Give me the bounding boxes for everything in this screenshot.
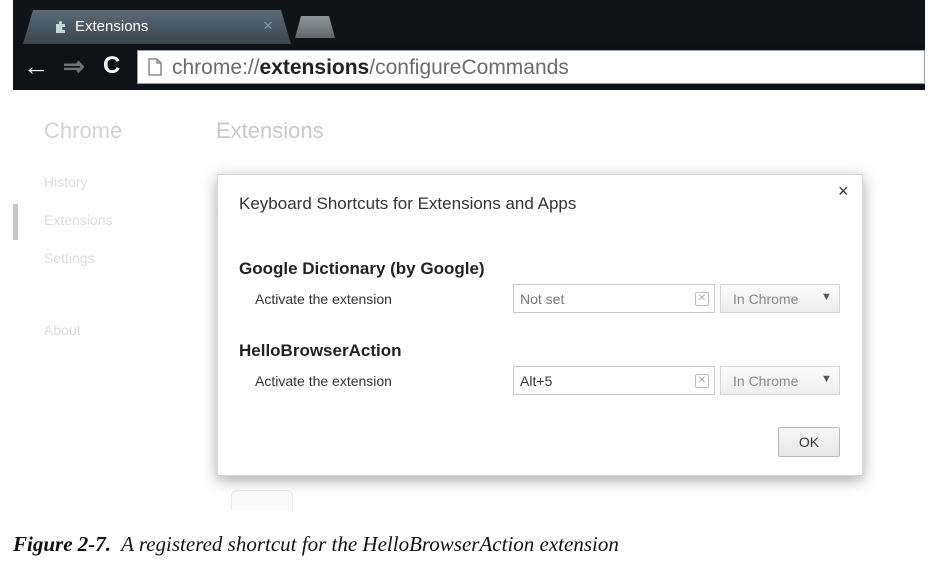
scope-select[interactable]: In Chrome ▼: [720, 366, 840, 395]
browser-window: Extensions × ← ⇒ C chrome://extensions/c…: [13, 0, 925, 90]
forward-arrow-icon[interactable]: ⇒: [63, 52, 85, 80]
new-tab-button[interactable]: [295, 16, 335, 38]
url-text: chrome://extensions/configureCommands: [172, 56, 569, 79]
background-button: [231, 490, 293, 510]
scope-select[interactable]: In Chrome ▼: [720, 284, 840, 313]
back-arrow-icon[interactable]: ←: [23, 52, 49, 80]
dropdown-arrow-icon: ▼: [821, 291, 832, 303]
keyboard-shortcuts-dialog: × Keyboard Shortcuts for Extensions and …: [217, 174, 863, 476]
clear-shortcut-icon[interactable]: ✕: [695, 374, 709, 388]
tab-extensions[interactable]: Extensions ×: [23, 10, 291, 44]
shortcut-input[interactable]: Alt+5 ✕: [513, 366, 715, 395]
sidebar-selection-marker: [13, 204, 18, 240]
scope-value: In Chrome: [733, 291, 799, 307]
close-icon[interactable]: ×: [838, 181, 849, 202]
shortcut-input[interactable]: Not set ✕: [513, 284, 715, 313]
puzzle-icon: [56, 21, 65, 33]
sidebar-item-history[interactable]: History: [44, 174, 88, 190]
reload-icon[interactable]: C: [103, 52, 120, 80]
extension-name: Google Dictionary (by Google): [239, 259, 485, 278]
omnibox[interactable]: chrome://extensions/configureCommands: [137, 50, 925, 84]
tab-strip: Extensions ×: [13, 0, 925, 44]
dropdown-arrow-icon: ▼: [821, 373, 832, 385]
page-title: Extensions: [216, 118, 324, 143]
tab-title: Extensions: [75, 18, 149, 35]
sidebar-item-settings[interactable]: Settings: [44, 250, 95, 266]
sidebar-title: Chrome: [44, 118, 123, 143]
extension-name: HelloBrowserAction: [239, 341, 402, 360]
clear-shortcut-icon[interactable]: ✕: [695, 292, 709, 306]
shortcut-value: Alt+5: [520, 373, 553, 389]
sidebar-item-about[interactable]: About: [44, 322, 81, 338]
page-icon: [148, 58, 162, 76]
toolbar: ← ⇒ C chrome://extensions/configureComma…: [13, 44, 925, 90]
shortcut-value: Not set: [520, 291, 565, 307]
ok-button[interactable]: OK: [778, 427, 840, 457]
command-label: Activate the extension: [255, 291, 392, 307]
scope-value: In Chrome: [733, 373, 799, 389]
sidebar-item-extensions[interactable]: Extensions: [44, 212, 112, 228]
tab-close-icon[interactable]: ×: [263, 16, 273, 36]
figure-caption: Figure 2-7. A registered shortcut for th…: [13, 532, 619, 556]
command-label: Activate the extension: [255, 373, 392, 389]
dialog-title: Keyboard Shortcuts for Extensions and Ap…: [239, 194, 577, 213]
